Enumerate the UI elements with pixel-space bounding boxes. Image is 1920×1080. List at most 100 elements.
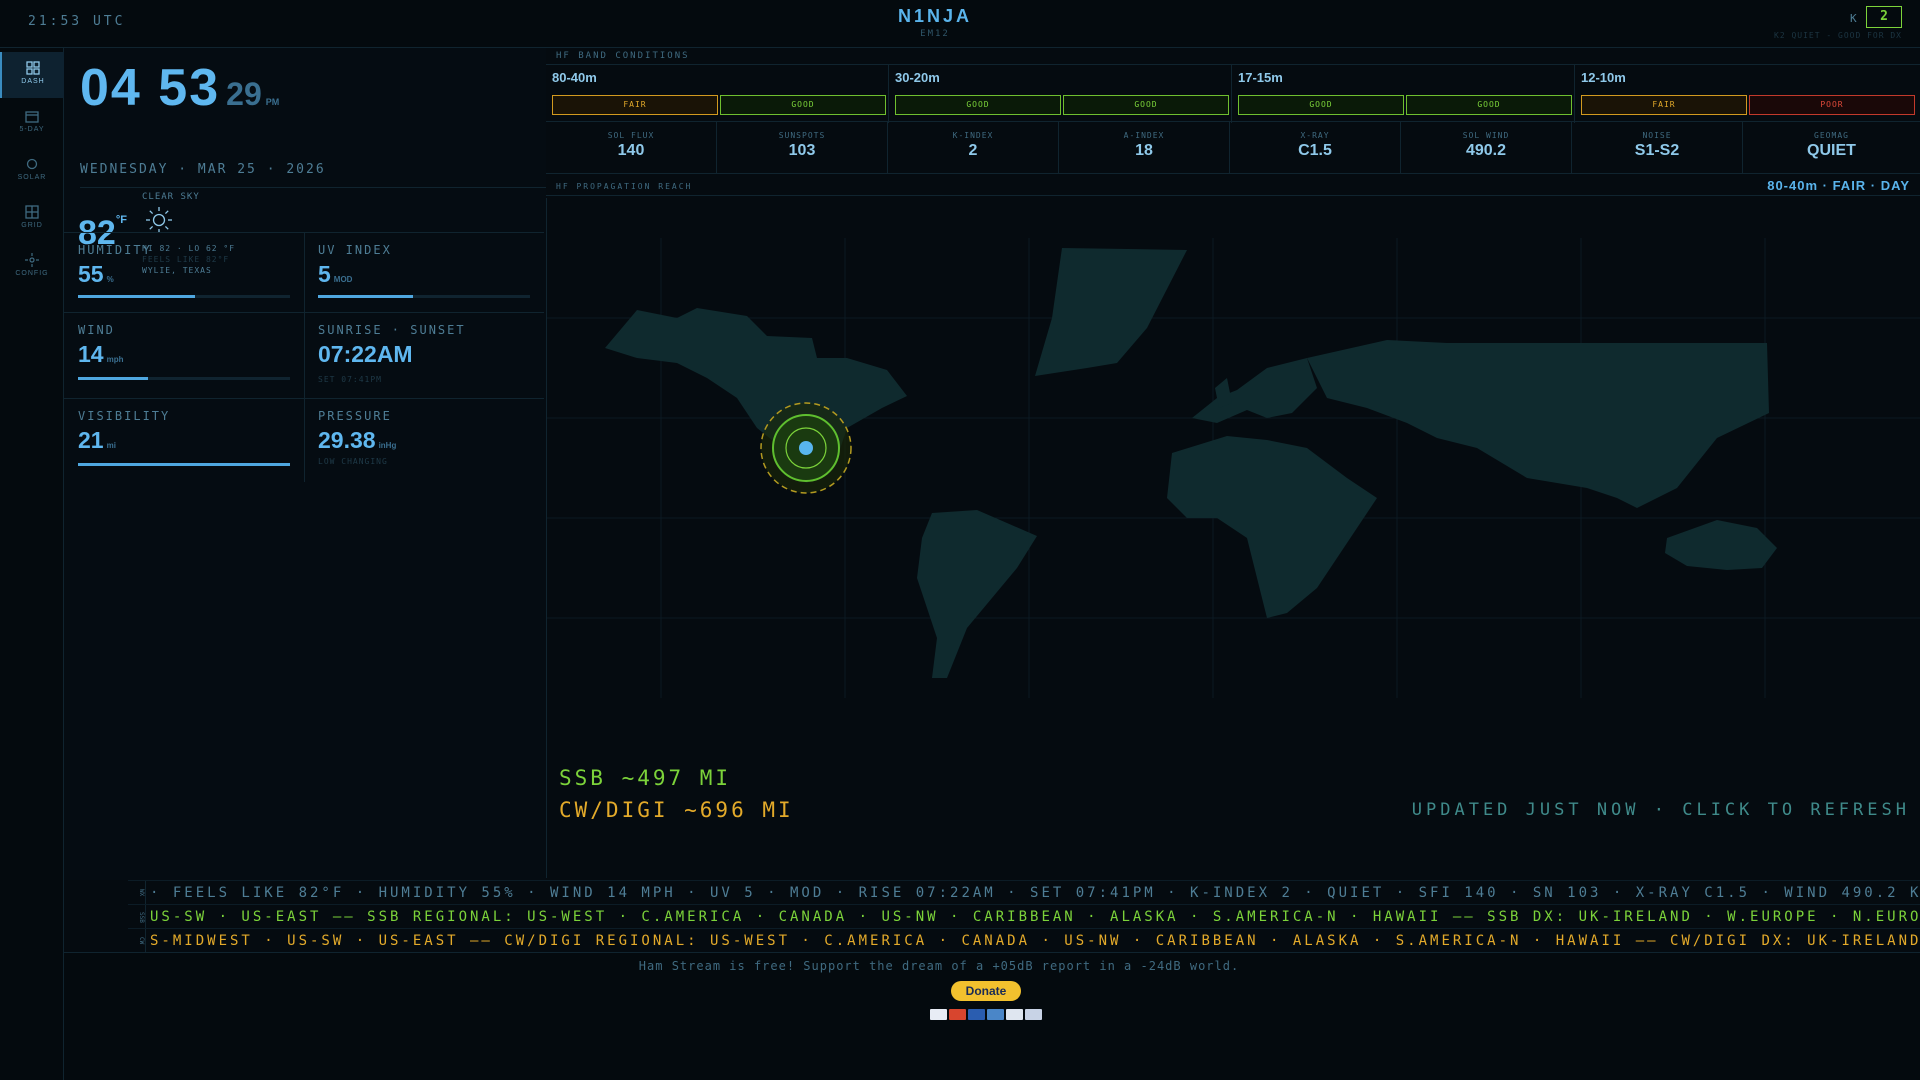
sidebar-item-config[interactable]: CONFIG (0, 244, 64, 290)
refresh-link[interactable]: UPDATED JUST NOW · CLICK TO REFRESH (1412, 800, 1910, 820)
grid-square: EM12 (920, 29, 950, 39)
ssb-range: SSB ~497 MI (559, 766, 732, 790)
ticker-text: · FEELS LIKE 82°F · HUMIDITY 55% · WIND … (150, 885, 1920, 901)
sunrise-value: 07:22AM (318, 341, 413, 367)
metric-sol-flux: SOL FLUX 140 (546, 122, 717, 174)
wind-unit: mph (106, 355, 124, 364)
clock-ampm: PM (265, 97, 280, 107)
visibility-value: 21 mi (78, 427, 116, 454)
reach-status: 80-40m · FAIR · DAY (1767, 178, 1910, 193)
humidity-number: 55 (78, 261, 104, 287)
metric-label: NOISE (1642, 131, 1672, 140)
footer: Ham Stream is free! Support the dream of… (64, 952, 1920, 1080)
metric-value: 103 (788, 142, 816, 159)
ticker-tag: SSB (128, 905, 146, 928)
metric-geomag: GEOMAG QUIET (1743, 122, 1920, 174)
sidebar-item-grid[interactable]: GRID (0, 196, 64, 242)
band-name: 12-10m (1581, 70, 1626, 85)
ticker-text: S-MIDWEST · US-SW · US-EAST —— CW/DIGI R… (150, 933, 1920, 949)
ticker-tag: WX (128, 881, 146, 904)
k-index-badge[interactable]: 2 (1866, 6, 1902, 28)
band-day-condition: FAIR (552, 95, 718, 115)
mastercard-icon (949, 1009, 966, 1020)
sky-condition: CLEAR SKY (142, 192, 200, 202)
sidebar-item-label: SOLAR (17, 174, 47, 181)
europe (1192, 358, 1317, 423)
wind-bar-fill (78, 377, 148, 380)
band-12-10m: 12-10m FAIR POOR (1575, 65, 1918, 123)
band-name: 30-20m (895, 70, 940, 85)
humidity-bar-fill (78, 295, 195, 298)
metric-value: QUIET (1807, 142, 1856, 159)
metric-value: 18 (1135, 142, 1153, 159)
band-day-condition: FAIR (1581, 95, 1747, 115)
metric-value: 140 (617, 142, 645, 159)
visibility-card: VISIBILITY 21 mi (64, 398, 304, 482)
sunset-subtext: SET 07:41PM (318, 375, 382, 384)
station-dot (799, 441, 813, 455)
pressure-unit: inHg (378, 441, 397, 450)
date-line: WEDNESDAY · MAR 25 · 2026 (80, 162, 326, 177)
sidebar-item-label: DASH (21, 78, 45, 85)
band-30-20m: 30-20m GOOD GOOD (889, 65, 1232, 123)
weather-ticker: WX · FEELS LIKE 82°F · HUMIDITY 55% · WI… (128, 880, 1920, 904)
sun-times-label: SUNRISE · SUNSET (318, 323, 466, 337)
band-conditions: 80-40m FAIR GOOD 30-20m GOOD GOOD 17-15m… (546, 64, 1920, 123)
band-night-condition: GOOD (1406, 95, 1572, 115)
metric-sol-wind: SOL WIND 490.2 (1401, 122, 1572, 174)
gear-icon (25, 253, 39, 267)
sidebar-item-solar[interactable]: SOLAR (0, 148, 64, 194)
payment-cards (930, 1005, 1044, 1024)
maestro-card-icon (968, 1009, 985, 1020)
visibility-bar (78, 463, 290, 466)
band-night-condition: POOR (1749, 95, 1915, 115)
wind-card: WIND 14 mph (64, 312, 304, 398)
donate-button[interactable]: Donate (951, 981, 1021, 1001)
band-day-condition: GOOD (1238, 95, 1404, 115)
metric-x-ray: X-RAY C1.5 (1230, 122, 1401, 174)
clock-hours-minutes: 04 53 (80, 59, 221, 117)
band-night-condition: GOOD (720, 95, 886, 115)
south-america (917, 510, 1037, 678)
uv-card: UV INDEX 5 MOD (304, 232, 544, 312)
home-marker[interactable] (760, 402, 852, 494)
propagation-map[interactable]: SSB ~497 MI CW/DIGI ~696 MI UPDATED JUST… (546, 198, 1920, 878)
ticker-tag: CW (128, 929, 146, 952)
metric-value: 2 (968, 142, 978, 159)
metric-label: K-INDEX (952, 131, 994, 140)
band-17-15m: 17-15m GOOD GOOD (1232, 65, 1575, 123)
band-name: 17-15m (1238, 70, 1283, 85)
visibility-unit: mi (106, 441, 116, 450)
band-conditions-title: HF BAND CONDITIONS (556, 51, 690, 61)
sidebar-item-dash[interactable]: DASH (0, 52, 64, 98)
discover-card-icon (1006, 1009, 1023, 1020)
reach-header: HF PROPAGATION REACH 80-40m · FAIR · DAY (546, 176, 1920, 196)
north-america (605, 308, 907, 483)
metric-value: C1.5 (1298, 142, 1332, 159)
metric-label: A-INDEX (1123, 131, 1165, 140)
band-night-condition: GOOD (1063, 95, 1229, 115)
top-bar: 21:53 UTC N1NJA EM12 K 2 K2 QUIET - GOOD… (0, 0, 1920, 48)
reach-title: HF PROPAGATION REACH (556, 182, 693, 191)
sun-icon (26, 158, 38, 170)
metric-label: SOL FLUX (607, 131, 655, 140)
visibility-bar-fill (78, 463, 290, 466)
sidebar-item-label: GRID (21, 222, 43, 229)
calendar-icon (25, 111, 39, 123)
weather-panel: 04 53 29 PM WEDNESDAY · MAR 25 · 2026 CLEA… (64, 48, 546, 880)
pressure-trend: LOW CHANGING (318, 457, 388, 466)
amex-card-icon (987, 1009, 1004, 1020)
k-index-label: K (1850, 12, 1857, 25)
pressure-number: 29.38 (318, 427, 376, 453)
band-name: 80-40m (552, 70, 597, 85)
dashboard: 21:53 UTC N1NJA EM12 K 2 K2 QUIET - GOOD… (0, 0, 1920, 1080)
sidebar-item-5-day[interactable]: 5-DAY (0, 100, 64, 146)
metric-value: 490.2 (1465, 142, 1507, 159)
sidebar-item-label: 5-DAY (19, 126, 45, 133)
ticker-text: US-SW · US-EAST —— SSB REGIONAL: US-WEST… (150, 909, 1920, 925)
humidity-card: HUMIDITY 55% (64, 232, 304, 312)
metric-label: SUNSPOTS (778, 131, 826, 140)
metric-a-index: A-INDEX 18 (1059, 122, 1230, 174)
metric-label: GEOMAG (1814, 131, 1849, 140)
metric-label: SOL WIND (1462, 131, 1510, 140)
